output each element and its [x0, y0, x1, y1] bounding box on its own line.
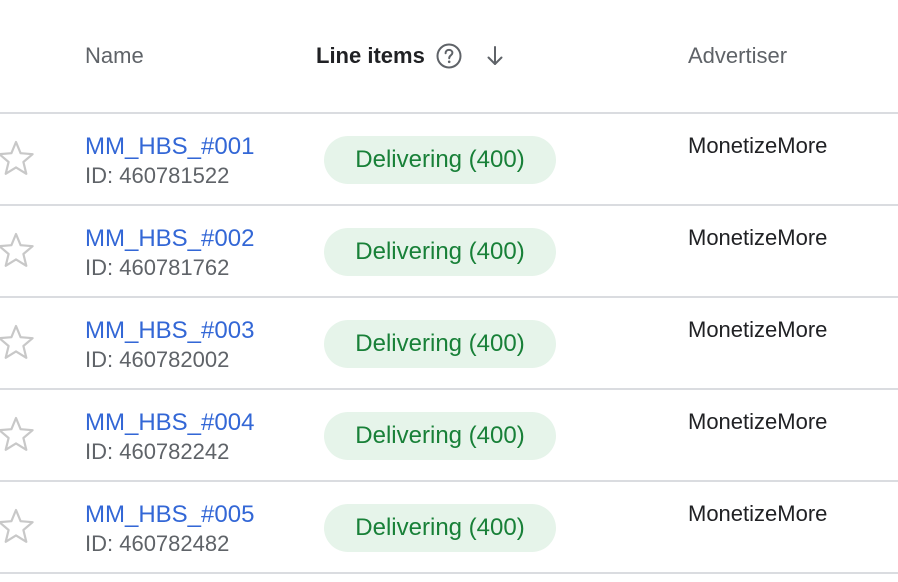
table-header: Name Line items Advertiser — [0, 0, 898, 114]
table-row: MM_HBS_#004 ID: 460782242 Delivering (40… — [0, 390, 898, 482]
order-id: ID: 460782242 — [85, 439, 230, 464]
column-header-line-items-label: Line items — [316, 43, 425, 68]
star-icon[interactable] — [0, 228, 38, 272]
table-row: MM_HBS_#001 ID: 460781522 Delivering (40… — [0, 114, 898, 206]
order-id: ID: 460781522 — [85, 163, 230, 188]
star-icon[interactable] — [0, 136, 38, 180]
table-row: MM_HBS_#005 ID: 460782482 Delivering (40… — [0, 482, 898, 574]
column-header-name[interactable]: Name — [85, 42, 144, 70]
status-chip[interactable]: Delivering (400) — [324, 504, 556, 552]
help-circle-icon[interactable] — [435, 42, 463, 70]
order-name-link[interactable]: MM_HBS_#004 — [85, 408, 254, 438]
status-chip[interactable]: Delivering (400) — [324, 412, 556, 460]
order-name-link[interactable]: MM_HBS_#001 — [85, 132, 254, 162]
status-chip[interactable]: Delivering (400) — [324, 136, 556, 184]
advertiser-name: MonetizeMore — [688, 317, 828, 342]
order-id: ID: 460782482 — [85, 531, 230, 556]
advertiser-name: MonetizeMore — [688, 409, 828, 434]
advertiser-name: MonetizeMore — [688, 133, 828, 158]
order-name-link[interactable]: MM_HBS_#002 — [85, 224, 254, 254]
status-chip[interactable]: Delivering (400) — [324, 228, 556, 276]
order-name-link[interactable]: MM_HBS_#003 — [85, 316, 254, 346]
status-chip[interactable]: Delivering (400) — [324, 320, 556, 368]
order-id: ID: 460782002 — [85, 347, 230, 372]
column-header-advertiser[interactable]: Advertiser — [688, 42, 787, 70]
order-id: ID: 460781762 — [85, 255, 230, 280]
table-row: MM_HBS_#003 ID: 460782002 Delivering (40… — [0, 298, 898, 390]
advertiser-name: MonetizeMore — [688, 225, 828, 250]
star-icon[interactable] — [0, 320, 38, 364]
arrow-down-icon[interactable] — [481, 42, 509, 70]
star-icon[interactable] — [0, 504, 38, 548]
column-header-line-items[interactable]: Line items — [316, 42, 509, 70]
column-header-advertiser-label: Advertiser — [688, 43, 788, 68]
orders-table: Name Line items Advertiser MM_HBS_#001 I… — [0, 0, 898, 582]
order-name-link[interactable]: MM_HBS_#005 — [85, 500, 254, 530]
table-row: MM_HBS_#002 ID: 460781762 Delivering (40… — [0, 206, 898, 298]
column-header-name-label: Name — [85, 43, 144, 68]
advertiser-name: MonetizeMore — [688, 501, 828, 526]
star-icon[interactable] — [0, 412, 38, 456]
